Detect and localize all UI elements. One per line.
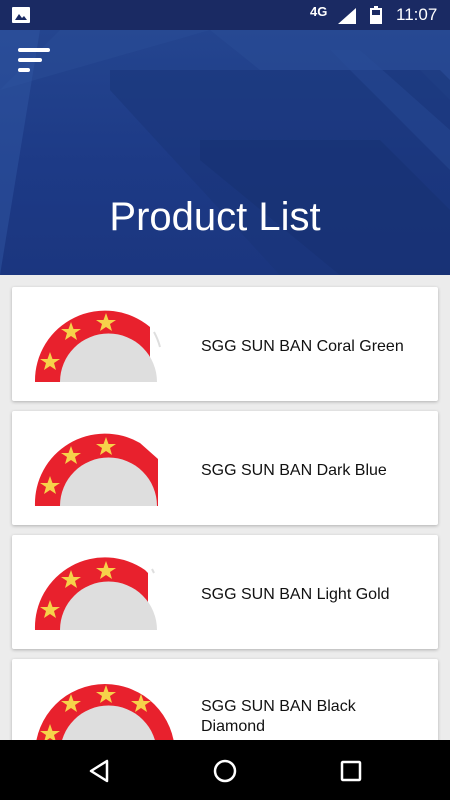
clock: 11:07 <box>396 5 438 24</box>
product-list: SGG SUN BAN Coral Green SGG SUN BAN Dark… <box>12 287 438 783</box>
product-name: SGG SUN BAN Dark Blue <box>201 462 387 479</box>
product-card[interactable]: SGG SUN BAN Light Gold <box>12 535 438 649</box>
product-logo <box>34 557 157 630</box>
product-name: SGG SUN BAN Black Diamond <box>201 698 356 735</box>
status-bar: 4G 11:07 <box>0 0 450 30</box>
product-logo <box>34 310 161 382</box>
product-name: SGG SUN BAN Light Gold <box>201 586 390 603</box>
battery-icon <box>370 6 382 24</box>
gallery-icon <box>12 7 30 23</box>
menu-button[interactable] <box>16 46 52 78</box>
back-icon[interactable] <box>86 758 112 784</box>
signal-icon <box>338 8 356 24</box>
system-nav-bar <box>0 740 450 800</box>
home-icon[interactable] <box>212 758 238 784</box>
app-header: Product List <box>0 30 450 275</box>
product-name: SGG SUN BAN Coral Green <box>201 338 404 355</box>
network-type: 4G <box>310 4 328 19</box>
product-card[interactable]: SGG SUN BAN Coral Green <box>12 287 438 401</box>
recents-icon[interactable] <box>338 758 364 784</box>
product-card[interactable]: SGG SUN BAN Dark Blue <box>12 411 438 525</box>
product-logo <box>34 433 159 506</box>
page-title: Product List <box>109 195 321 239</box>
